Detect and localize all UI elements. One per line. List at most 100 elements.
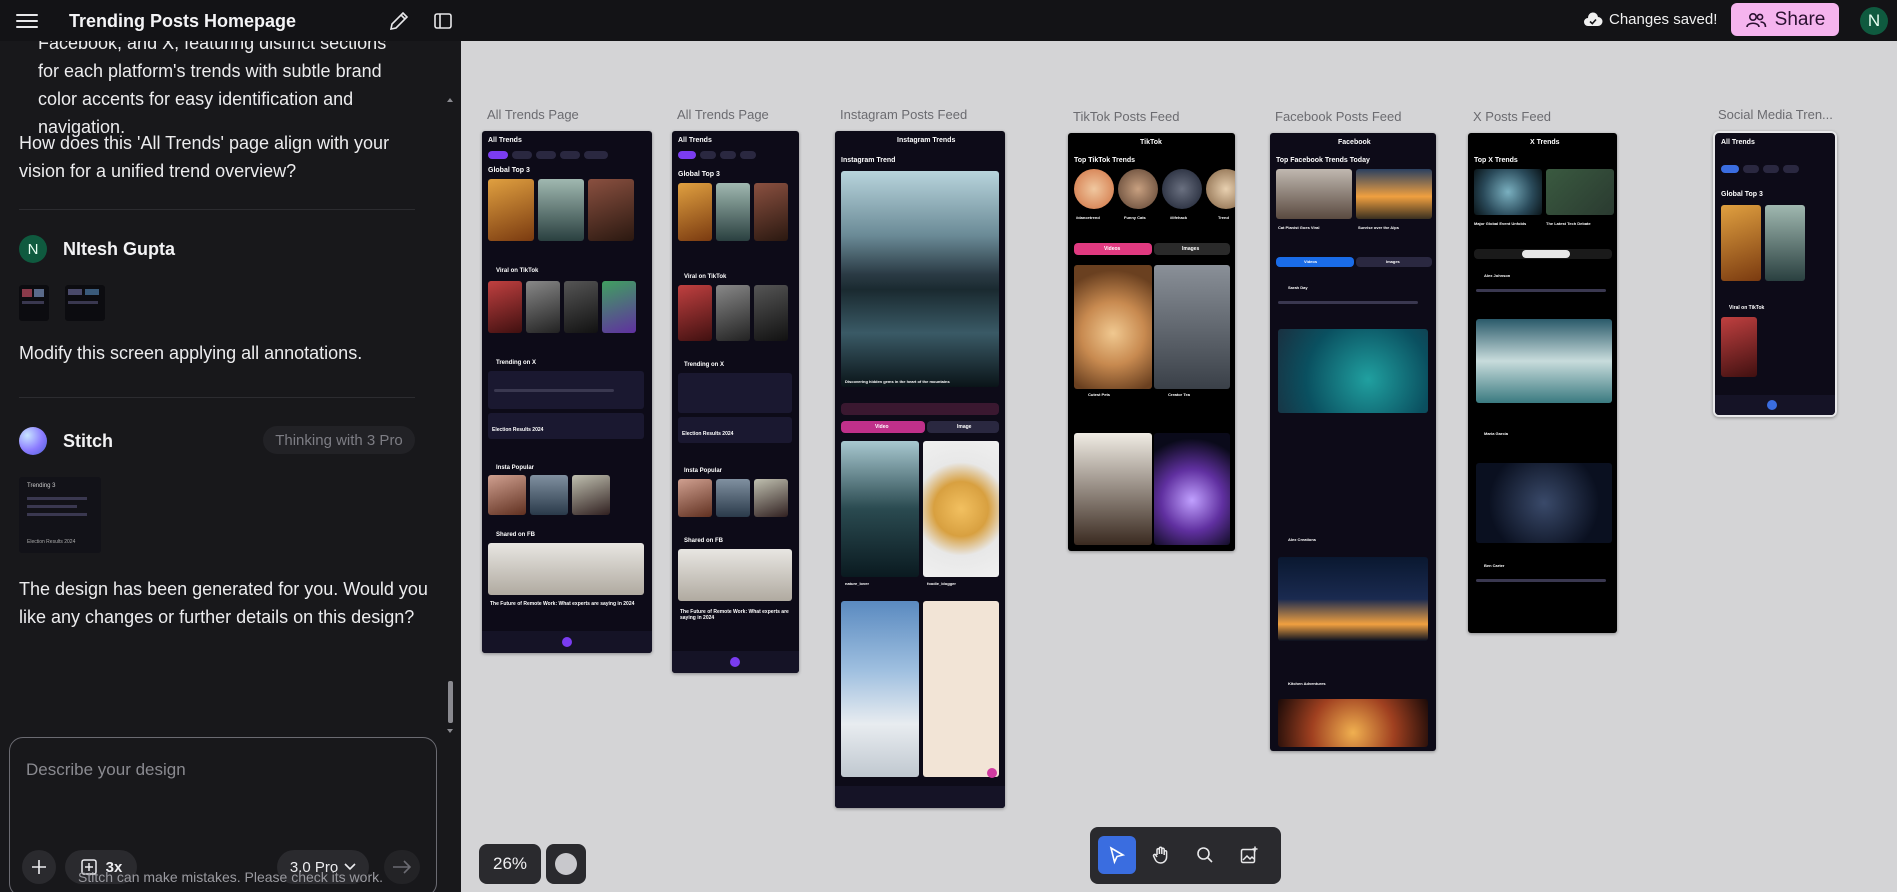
trend-card-image[interactable] — [1765, 205, 1805, 281]
tiktok-thumb[interactable] — [526, 281, 560, 333]
post-image[interactable] — [1278, 557, 1428, 641]
trend-card-image[interactable] — [716, 183, 750, 241]
add-image-tool[interactable] — [1230, 836, 1268, 874]
bottom-nav[interactable] — [835, 786, 1005, 808]
feed-image[interactable] — [1074, 433, 1152, 545]
tiktok-thumb[interactable] — [754, 285, 788, 341]
add-button[interactable] — [562, 637, 572, 647]
select-tool[interactable] — [1098, 836, 1136, 874]
frame-all-trends-2[interactable]: All Trends Global Top 3 Viral on TikTok … — [672, 131, 799, 673]
toggle-sidebar-icon[interactable] — [431, 9, 455, 33]
scroll-up-icon[interactable] — [446, 96, 454, 104]
add-button[interactable] — [987, 768, 997, 778]
trend-card-image[interactable] — [1721, 205, 1761, 281]
post-video[interactable] — [1278, 329, 1428, 413]
tab-rising[interactable] — [1743, 165, 1759, 173]
feed-image[interactable] — [1154, 265, 1230, 389]
tiktok-thumb[interactable] — [678, 285, 712, 341]
trend-card-image[interactable] — [488, 179, 534, 241]
tab-rising[interactable] — [512, 151, 532, 159]
frame-facebook[interactable]: Facebook Top Facebook Trends Today Cat P… — [1270, 133, 1436, 751]
chat-scrollbar-thumb[interactable] — [448, 681, 453, 723]
tab-top10[interactable] — [488, 151, 508, 159]
tab-rising[interactable] — [700, 151, 716, 159]
trend-card-image[interactable] — [754, 183, 788, 241]
tiktok-thumb[interactable] — [716, 285, 750, 341]
frame-x[interactable]: X Trends Top X Trends Major Global Event… — [1468, 133, 1617, 633]
insta-thumb[interactable] — [530, 475, 568, 515]
insta-thumb[interactable] — [678, 479, 712, 517]
feed-image[interactable] — [1074, 265, 1152, 389]
design-canvas[interactable]: All Trends Page All Trends Global Top 3 … — [461, 41, 1897, 892]
fb-image[interactable] — [678, 549, 792, 601]
insta-thumb[interactable] — [488, 475, 526, 515]
edit-pencil-icon[interactable] — [387, 9, 411, 33]
story-avatar[interactable] — [1074, 169, 1114, 209]
tab-meetme[interactable] — [584, 151, 608, 159]
tab-active[interactable] — [1522, 250, 1570, 258]
x-post-card[interactable] — [678, 373, 792, 413]
chat-scrollbar[interactable] — [446, 91, 454, 731]
trend-card-image[interactable] — [1546, 169, 1614, 215]
frame-social-media-trends[interactable]: All Trends Global Top 3 Viral on TikTok — [1713, 131, 1837, 417]
annotation-thumbnail-2[interactable] — [65, 285, 105, 321]
cta-button[interactable] — [841, 403, 999, 415]
frame-label[interactable]: Instagram Posts Feed — [840, 107, 967, 122]
account-avatar[interactable]: N — [1860, 7, 1888, 35]
feed-image[interactable] — [923, 601, 999, 777]
frame-label[interactable]: X Posts Feed — [1473, 109, 1551, 124]
add-button[interactable] — [730, 657, 740, 667]
post-image[interactable] — [1476, 463, 1612, 543]
tab-new[interactable] — [720, 151, 736, 159]
tiktok-thumb[interactable] — [602, 281, 636, 333]
tab-new[interactable] — [536, 151, 556, 159]
generated-design-thumbnail[interactable]: Trending 3 Election Results 2024 — [19, 477, 101, 553]
share-button[interactable]: Share — [1731, 3, 1839, 36]
menu-icon[interactable] — [16, 10, 38, 30]
tiktok-thumb[interactable] — [488, 281, 522, 333]
story-avatar[interactable] — [1206, 169, 1235, 209]
tiktok-thumb[interactable] — [564, 281, 598, 333]
x-post-card[interactable] — [678, 417, 792, 443]
frame-label[interactable]: Social Media Tren... — [1718, 107, 1833, 122]
pan-tool[interactable] — [1142, 836, 1180, 874]
zoom-level[interactable]: 26% — [479, 844, 541, 884]
frame-label[interactable]: TikTok Posts Feed — [1073, 109, 1179, 124]
frame-all-trends-1[interactable]: All Trends Global Top 3 Viral on TikTok … — [482, 131, 652, 653]
fb-image[interactable] — [488, 543, 644, 595]
post-video[interactable] — [1278, 699, 1428, 747]
insta-thumb[interactable] — [716, 479, 750, 517]
post-image[interactable] — [1476, 319, 1612, 403]
trend-card-image[interactable] — [1474, 169, 1542, 215]
tab-viral[interactable] — [1783, 165, 1799, 173]
scroll-down-icon[interactable] — [446, 727, 454, 735]
tab-top10[interactable] — [678, 151, 696, 159]
tab-top10[interactable] — [1721, 165, 1739, 173]
trend-card-image[interactable] — [588, 179, 634, 241]
prompt-input[interactable]: Describe your design — [26, 760, 186, 780]
trend-card-image[interactable] — [1276, 169, 1352, 219]
feed-image[interactable] — [841, 601, 919, 777]
frame-tiktok[interactable]: TikTok Top TikTok Trends #dancetrend Fun… — [1068, 133, 1235, 551]
x-post-card[interactable] — [488, 413, 644, 439]
theme-toggle[interactable] — [546, 844, 586, 884]
zoom-tool[interactable] — [1186, 836, 1224, 874]
feed-image[interactable] — [923, 441, 999, 577]
annotation-thumbnail-1[interactable] — [19, 285, 49, 321]
tiktok-thumb[interactable] — [1721, 317, 1757, 377]
feed-image[interactable] — [841, 441, 919, 577]
insta-thumb[interactable] — [754, 479, 788, 517]
tab-viral[interactable] — [560, 151, 580, 159]
story-avatar[interactable] — [1118, 169, 1158, 209]
insta-thumb[interactable] — [572, 475, 610, 515]
trend-card-image[interactable] — [678, 183, 712, 241]
story-avatar[interactable] — [1162, 169, 1202, 209]
feed-image[interactable] — [1154, 433, 1230, 545]
frame-label[interactable]: All Trends Page — [677, 107, 769, 122]
tab-new[interactable] — [1763, 165, 1779, 173]
add-button[interactable] — [1767, 400, 1777, 410]
trend-card-image[interactable] — [538, 179, 584, 241]
hero-image[interactable] — [841, 171, 999, 387]
tab-viral[interactable] — [740, 151, 756, 159]
trend-card-image[interactable] — [1356, 169, 1432, 219]
